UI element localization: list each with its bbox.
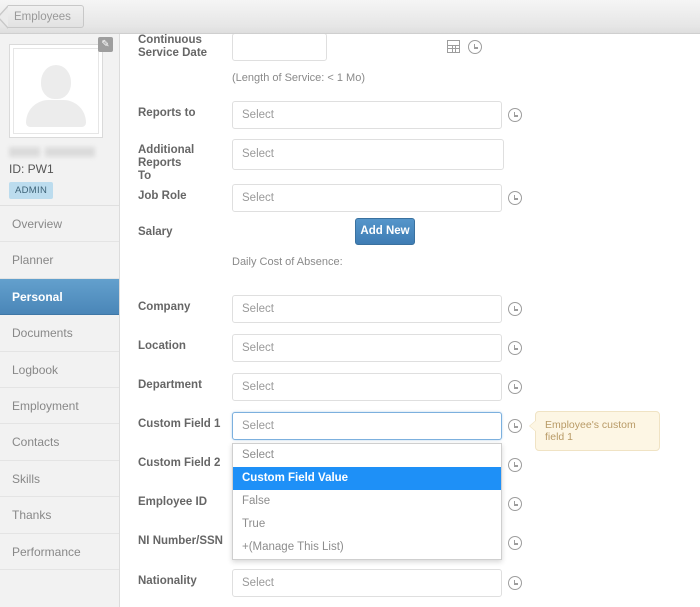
dropdown-option-true[interactable]: True <box>233 513 501 536</box>
add-new-salary-button[interactable]: Add New <box>355 218 415 245</box>
history-clock-icon-employee-id[interactable] <box>508 497 522 511</box>
label-location: Location <box>138 340 186 352</box>
back-arrow-icon <box>0 5 8 29</box>
sidebar: ✎ ID: PW1 ADMIN Overview Planner Persona… <box>0 34 120 607</box>
history-clock-icon-custom-field-2[interactable] <box>508 458 522 472</box>
label-job-role: Job Role <box>138 190 187 202</box>
sidebar-item-documents[interactable]: Documents <box>0 315 119 352</box>
label-additional-reports-to: Additional Reports To <box>138 144 195 182</box>
breadcrumb-label: Employees <box>14 10 71 23</box>
label-continuous-service-date: Continuous Service Date <box>138 34 208 59</box>
avatar-head-shape <box>41 65 71 99</box>
history-clock-icon-job-role[interactable] <box>508 191 522 205</box>
label-nationality: Nationality <box>138 575 197 587</box>
status-badge-admin: ADMIN <box>9 182 54 199</box>
dropdown-option-manage-this-list[interactable]: +(Manage This List) <box>233 536 501 559</box>
additional-reports-to-input[interactable]: Select <box>232 139 504 170</box>
history-clock-icon-custom-field-1[interactable] <box>508 419 522 433</box>
history-clock-icon-ni-number[interactable] <box>508 536 522 550</box>
employee-profile-card: ✎ ID: PW1 ADMIN <box>0 34 119 205</box>
history-clock-icon-nationality[interactable] <box>508 576 522 590</box>
length-of-service-note: (Length of Service: < 1 Mo) <box>232 72 365 84</box>
label-reports-to: Reports to <box>138 107 196 119</box>
avatar[interactable] <box>9 44 103 138</box>
sidebar-item-planner[interactable]: Planner <box>0 242 119 279</box>
company-select[interactable]: Select <box>232 295 502 323</box>
department-select[interactable]: Select <box>232 373 502 401</box>
daily-cost-of-absence-note: Daily Cost of Absence: <box>232 256 343 268</box>
custom-field-1-dropdown-list[interactable]: Select Custom Field Value False True +(M… <box>232 443 502 560</box>
label-salary: Salary <box>138 226 173 238</box>
sidebar-item-contacts[interactable]: Contacts <box>0 424 119 461</box>
label-employee-id: Employee ID <box>138 496 208 508</box>
label-custom-field-1: Custom Field 1 <box>138 418 221 430</box>
label-custom-field-2: Custom Field 2 <box>138 457 221 469</box>
sidebar-item-employment[interactable]: Employment <box>0 388 119 425</box>
history-clock-icon-service-date[interactable] <box>468 40 482 54</box>
avatar-body-shape <box>26 100 86 127</box>
custom-field-1-select[interactable]: Select <box>232 412 502 440</box>
sidebar-item-personal[interactable]: Personal <box>0 278 119 316</box>
top-bar: Employees <box>0 0 700 34</box>
employee-id-label: ID: PW1 <box>9 162 54 176</box>
nationality-select[interactable]: Select <box>232 569 502 597</box>
sidebar-nav: Overview Planner Personal Documents Logb… <box>0 205 119 570</box>
continuous-service-date-input[interactable] <box>232 34 327 61</box>
employee-name-redacted <box>9 147 95 157</box>
tooltip-custom-field-1: Employee's custom field 1 <box>529 411 660 451</box>
label-ni-number: NI Number/SSN <box>138 535 223 547</box>
sidebar-item-skills[interactable]: Skills <box>0 461 119 498</box>
history-clock-icon-department[interactable] <box>508 380 522 394</box>
history-clock-icon-reports-to[interactable] <box>508 108 522 122</box>
history-clock-icon-location[interactable] <box>508 341 522 355</box>
label-department: Department <box>138 379 202 391</box>
reports-to-select[interactable]: Select <box>232 101 502 129</box>
job-role-select[interactable]: Select <box>232 184 502 212</box>
breadcrumb-tab-employees[interactable]: Employees <box>0 5 84 29</box>
sidebar-item-performance[interactable]: Performance <box>0 534 119 570</box>
history-clock-icon-company[interactable] <box>508 302 522 316</box>
avatar-placeholder-image <box>13 48 99 134</box>
dropdown-option-select[interactable]: Select <box>233 444 501 467</box>
label-company: Company <box>138 301 191 313</box>
pencil-icon[interactable]: ✎ <box>98 37 113 52</box>
sidebar-item-logbook[interactable]: Logbook <box>0 352 119 388</box>
calendar-icon[interactable] <box>447 40 460 53</box>
sidebar-item-overview[interactable]: Overview <box>0 206 119 243</box>
location-select[interactable]: Select <box>232 334 502 362</box>
sidebar-item-thanks[interactable]: Thanks <box>0 497 119 534</box>
dropdown-option-custom-field-value[interactable]: Custom Field Value <box>233 467 501 490</box>
dropdown-option-false[interactable]: False <box>233 490 501 513</box>
